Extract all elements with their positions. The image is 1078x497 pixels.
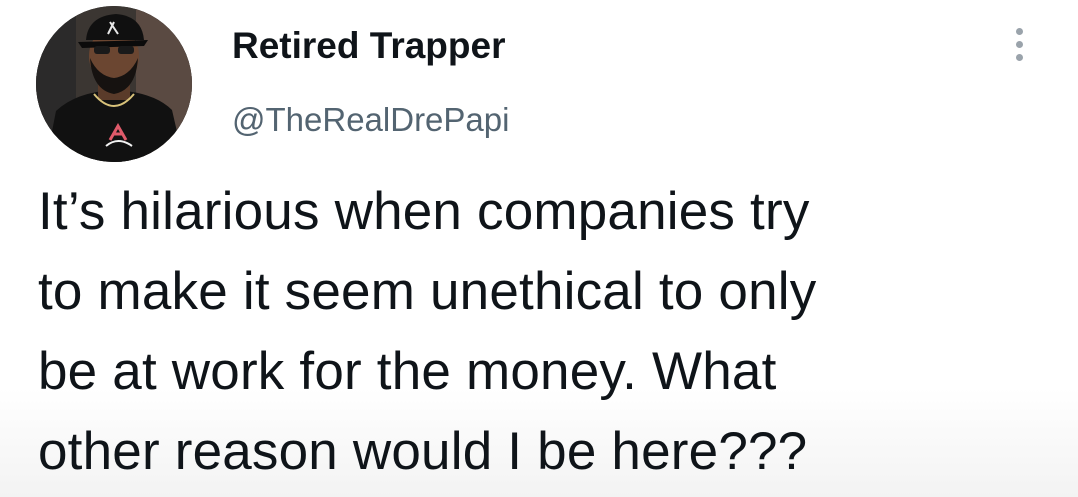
tweet-card: Retired Trapper @TheRealDrePapi It’s hil… (0, 0, 1078, 497)
tweet-text-line: It’s hilarious when companies try (38, 182, 810, 241)
tweet-text-line: to make it seem unethical to only (38, 262, 817, 321)
tweet-text-line: other reason would I be here??? (38, 422, 808, 481)
tweet-text: It’s hilarious when companies try to mak… (38, 172, 1048, 492)
avatar[interactable] (36, 6, 192, 162)
avatar-image (36, 6, 192, 162)
more-vertical-icon-dot (1015, 40, 1023, 48)
author-handle[interactable]: @TheRealDrePapi (232, 100, 509, 140)
author-display-name[interactable]: Retired Trapper (232, 24, 509, 68)
tweet-header: Retired Trapper @TheRealDrePapi (232, 24, 509, 140)
more-options-button[interactable] (1004, 22, 1034, 66)
more-vertical-icon-dot (1015, 53, 1023, 61)
tweet-text-line: be at work for the money. What (38, 342, 777, 401)
more-vertical-icon (1015, 27, 1023, 35)
